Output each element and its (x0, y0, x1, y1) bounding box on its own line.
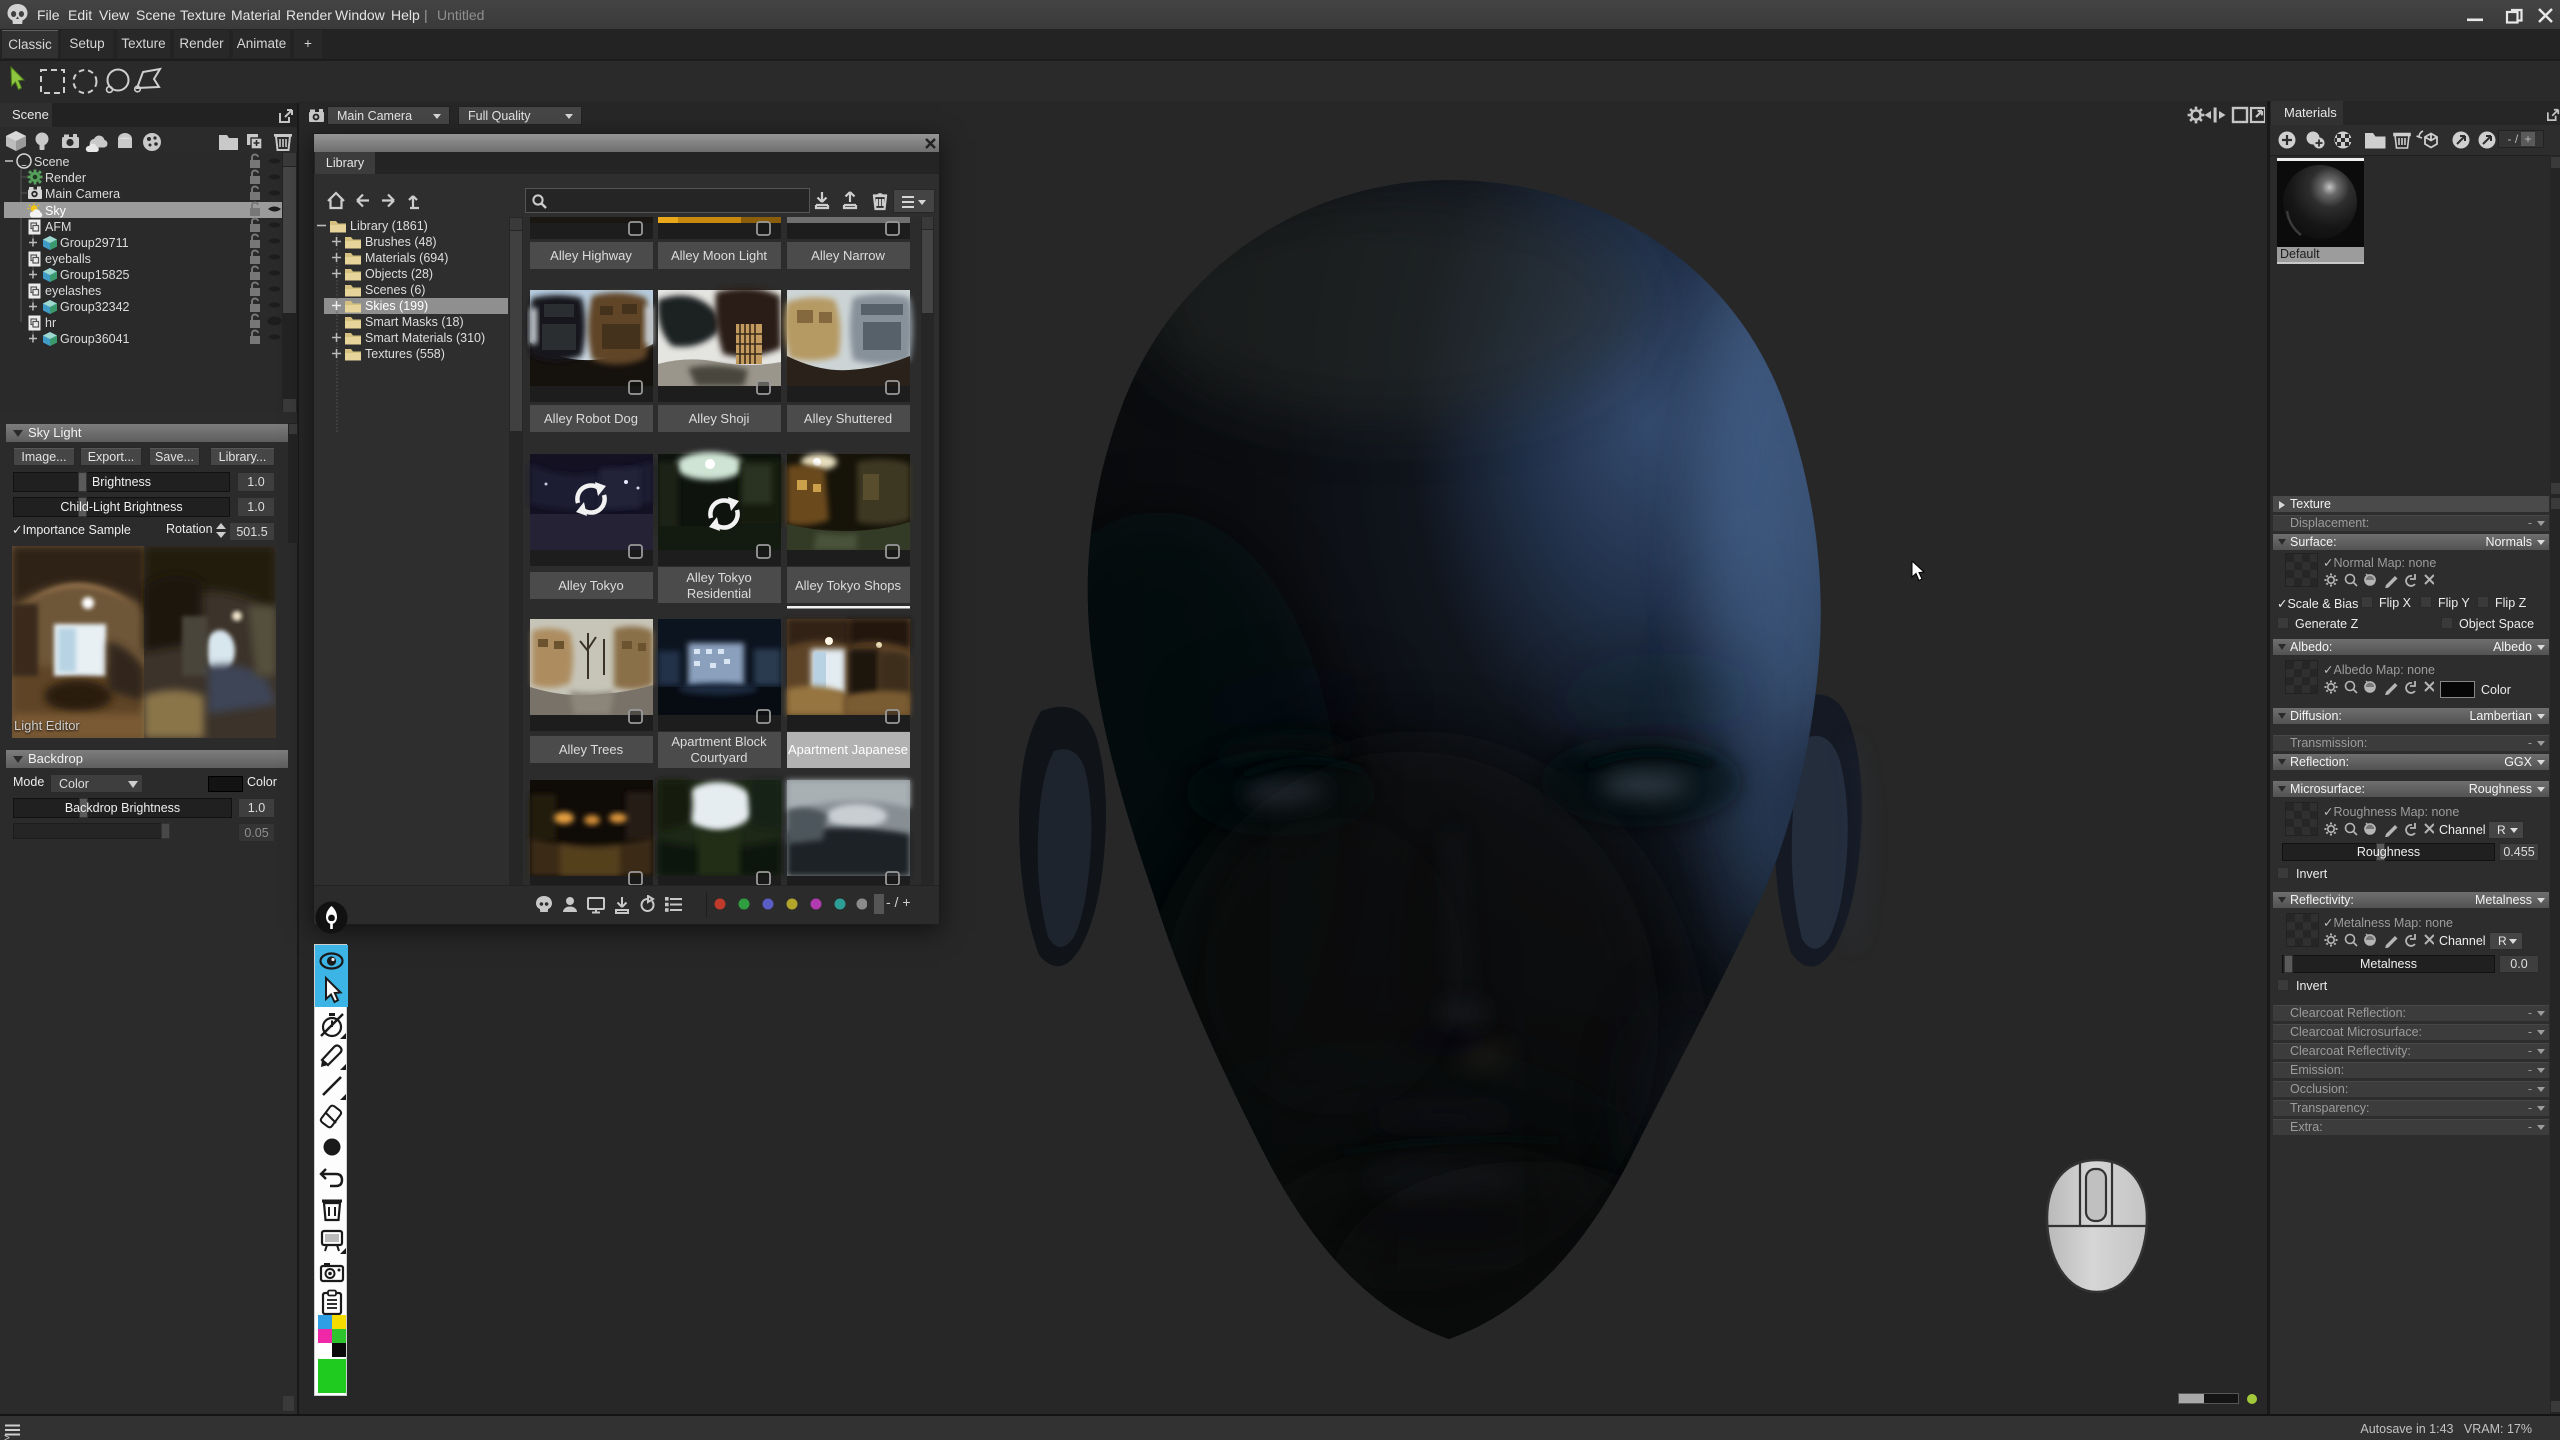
svg-text:Scene: Scene (34, 155, 69, 169)
svg-text:Alley Narrow: Alley Narrow (811, 248, 885, 263)
svg-text:Alley Shoji: Alley Shoji (689, 411, 750, 426)
svg-text:Group15825: Group15825 (60, 268, 130, 282)
svg-text:Sky: Sky (45, 204, 67, 218)
svg-text:Skies (199): Skies (199) (365, 299, 428, 313)
svg-text:Objects (28): Objects (28) (365, 267, 433, 281)
svg-text:eyeballs: eyeballs (45, 252, 91, 266)
svg-text:Residential: Residential (687, 586, 751, 601)
svg-text:Render: Render (45, 171, 86, 185)
svg-text:Apartment Japanese: Apartment Japanese (788, 742, 908, 757)
svg-text:Smart Masks (18): Smart Masks (18) (365, 315, 464, 329)
svg-text:Alley Tokyo: Alley Tokyo (686, 570, 752, 585)
svg-text:Courtyard: Courtyard (690, 750, 747, 765)
svg-text:Alley Shuttered: Alley Shuttered (804, 411, 892, 426)
svg-text:Alley Tokyo: Alley Tokyo (558, 578, 624, 593)
svg-text:Brushes (48): Brushes (48) (365, 235, 437, 249)
svg-text:Alley Robot Dog: Alley Robot Dog (544, 411, 638, 426)
svg-text:Scenes (6): Scenes (6) (365, 283, 425, 297)
svg-text:Apartment Block: Apartment Block (671, 734, 767, 749)
svg-text:hr: hr (45, 316, 56, 330)
svg-text:Alley Tokyo Shops: Alley Tokyo Shops (795, 578, 901, 593)
svg-text:eyelashes: eyelashes (45, 284, 101, 298)
svg-text:Library (1861): Library (1861) (350, 219, 428, 233)
svg-text:Group29711: Group29711 (60, 236, 129, 250)
svg-text:AFM: AFM (45, 220, 71, 234)
svg-text:Alley Highway: Alley Highway (550, 248, 632, 263)
svg-text:Alley Trees: Alley Trees (559, 742, 624, 757)
svg-text:Materials (694): Materials (694) (365, 251, 448, 265)
svg-text:Alley Moon Light: Alley Moon Light (671, 248, 767, 263)
svg-text:Smart Materials (310): Smart Materials (310) (365, 331, 485, 345)
svg-text:Group32342: Group32342 (60, 300, 130, 314)
svg-text:Main Camera: Main Camera (45, 187, 120, 201)
svg-text:Group36041: Group36041 (60, 332, 130, 346)
svg-text:Textures (558): Textures (558) (365, 347, 445, 361)
